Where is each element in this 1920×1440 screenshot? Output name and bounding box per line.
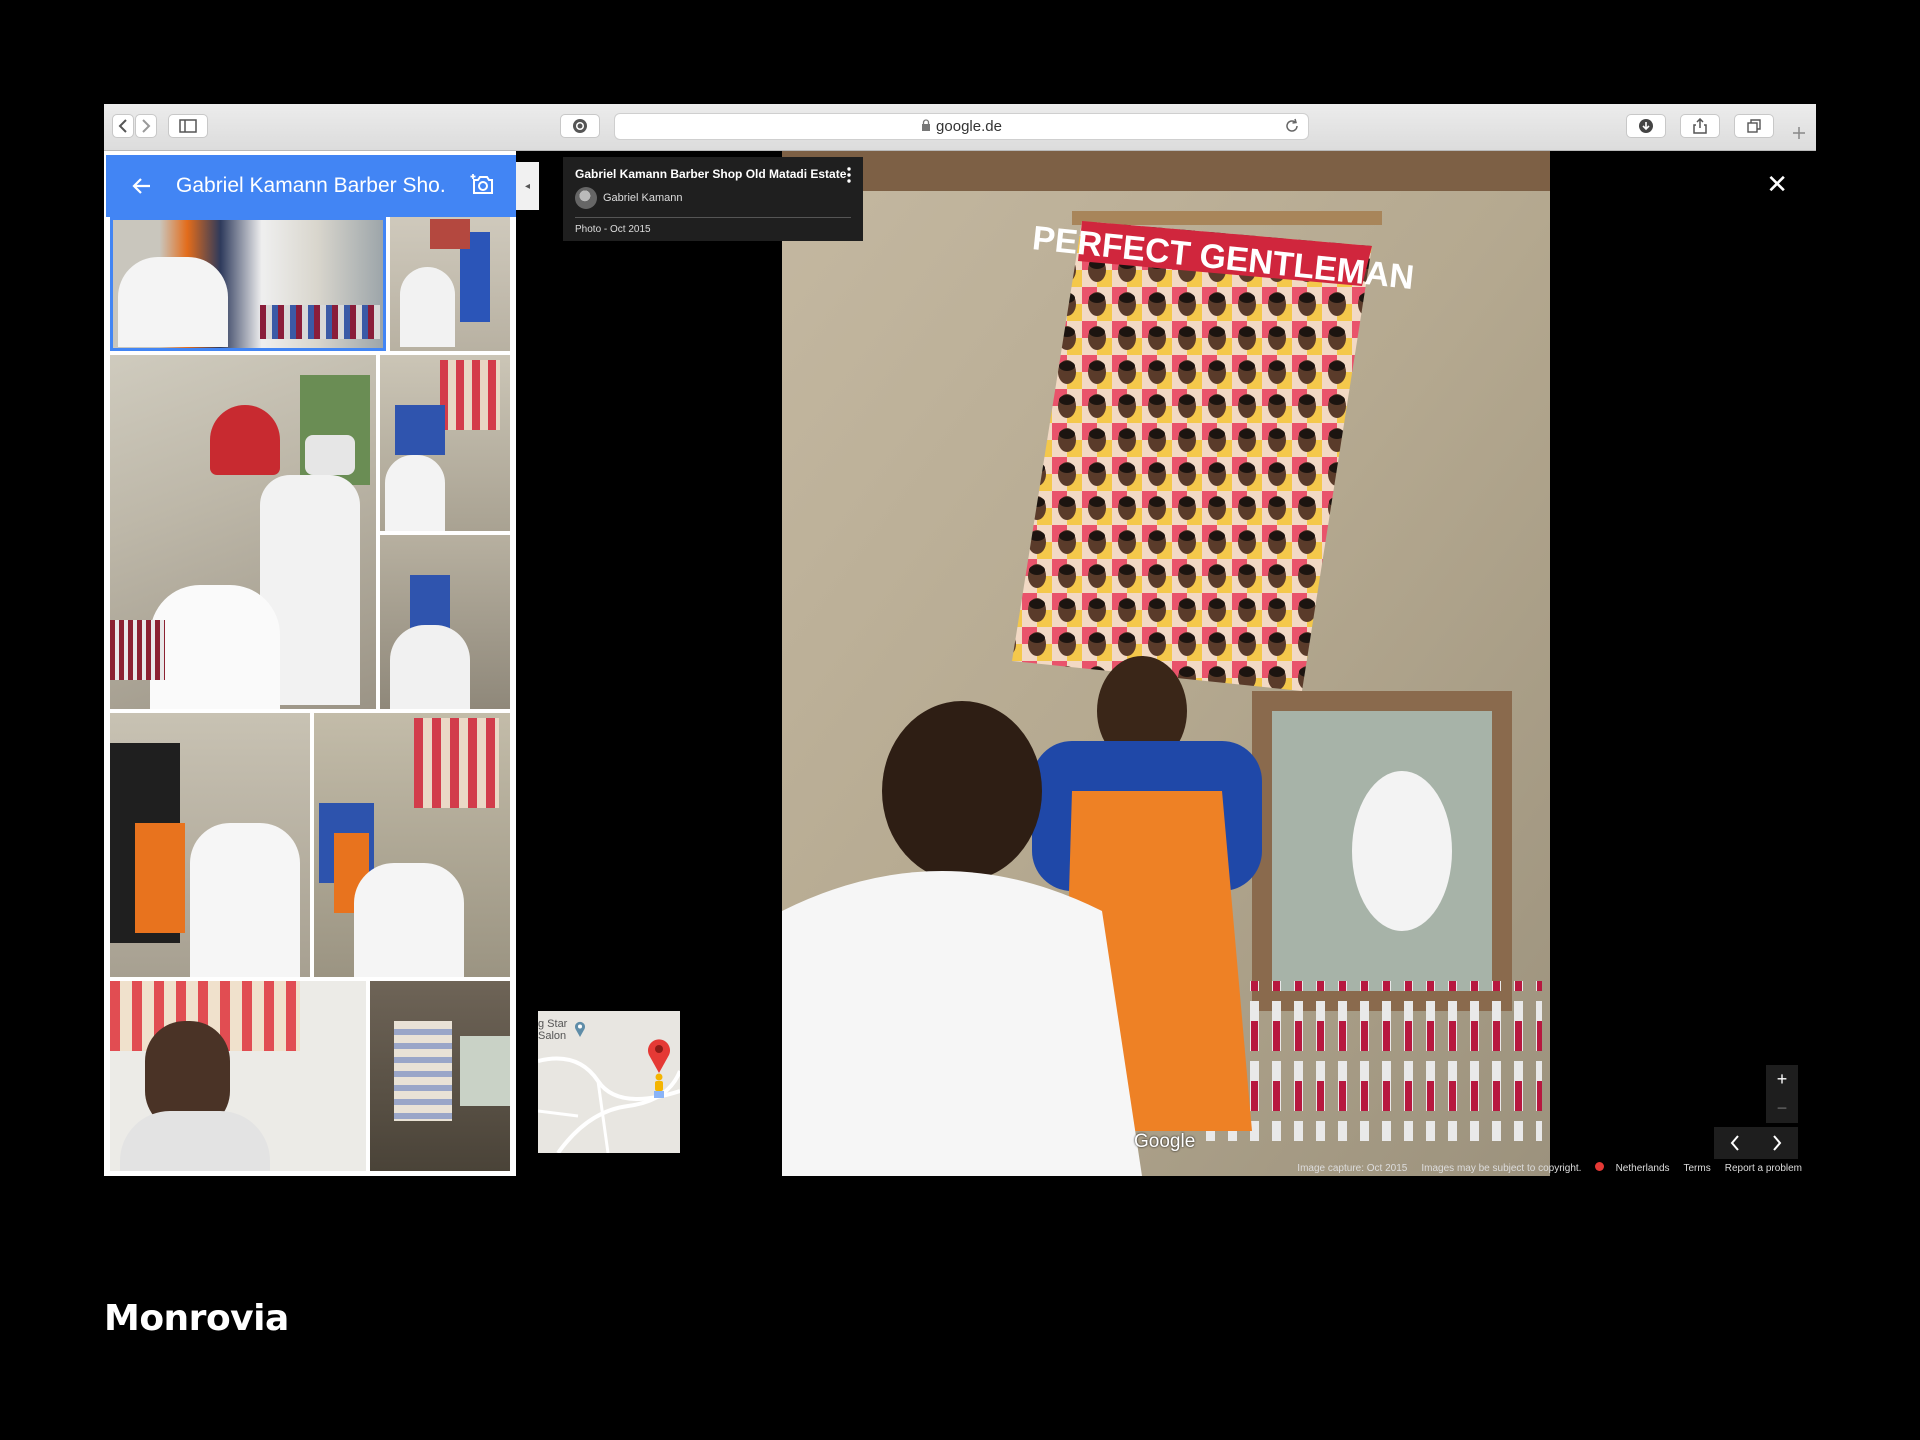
- add-photo-icon[interactable]: [470, 173, 496, 202]
- sidebar-icon[interactable]: [168, 114, 208, 138]
- lock-icon: [921, 118, 931, 135]
- mini-map[interactable]: g Star Salon: [538, 1011, 680, 1153]
- map-pin-icon: [646, 1037, 672, 1078]
- new-tab-icon[interactable]: [1786, 118, 1812, 148]
- report-problem-link[interactable]: Report a problem: [1725, 1163, 1802, 1174]
- main-photo[interactable]: PERFECT GENTLEMAN: [782, 151, 1550, 1176]
- photo-thumbnail[interactable]: [110, 713, 310, 977]
- photo-thumbnail[interactable]: [314, 713, 510, 977]
- photo-thumbnail[interactable]: [380, 535, 510, 709]
- terms-link[interactable]: Terms: [1684, 1163, 1711, 1174]
- photo-thumbnail[interactable]: [110, 981, 366, 1171]
- image-capture-date: Image capture: Oct 2015: [1297, 1162, 1408, 1174]
- photo-thumbnail[interactable]: [370, 981, 510, 1171]
- shield-icon[interactable]: [560, 114, 600, 138]
- country-label: Netherlands: [1615, 1163, 1670, 1174]
- close-icon[interactable]: ✕: [1766, 169, 1788, 200]
- back-arrow-icon[interactable]: [126, 170, 158, 202]
- share-icon[interactable]: [1680, 114, 1720, 138]
- map-place-label: Salon: [538, 1030, 567, 1042]
- city-caption: Monrovia: [104, 1298, 289, 1339]
- map-pin-icon: [574, 1021, 586, 1042]
- photo-thumbnail[interactable]: [390, 217, 510, 351]
- photo-thumbnail[interactable]: [110, 355, 376, 709]
- map-place-label: g Star: [538, 1018, 568, 1030]
- reload-icon[interactable]: [1284, 118, 1300, 138]
- photo-date: Photo - Oct 2015: [575, 224, 651, 235]
- download-icon[interactable]: [1626, 114, 1666, 138]
- panel-header: Gabriel Kamann Barber Sho...: [106, 155, 516, 217]
- divider: [575, 217, 851, 218]
- zoom-out-button[interactable]: −: [1766, 1094, 1798, 1123]
- photo-title: Gabriel Kamann Barber Shop Old Matadi Es…: [575, 167, 847, 181]
- photo-navigation: [1714, 1127, 1798, 1159]
- kebab-icon[interactable]: [847, 167, 851, 185]
- photo-side-panel: Gabriel Kamann Barber Sho...: [104, 151, 516, 1176]
- author-name: Gabriel Kamann: [603, 192, 683, 204]
- zoom-in-button[interactable]: +: [1766, 1065, 1798, 1094]
- chevron-left-icon[interactable]: [1714, 1127, 1756, 1159]
- photo-thumbnail[interactable]: [380, 355, 510, 531]
- address-bar[interactable]: google.de: [614, 113, 1309, 140]
- maps-content: Gabriel Kamann Barber Sho... ◂ PERFECT G…: [104, 151, 1816, 1176]
- copyright-notice: Images may be subject to copyright.: [1421, 1162, 1582, 1174]
- back-icon[interactable]: [112, 114, 134, 138]
- forward-icon[interactable]: [135, 114, 157, 138]
- browser-toolbar: google.de: [104, 104, 1816, 151]
- url-text: google.de: [936, 118, 1002, 135]
- collapse-panel-button[interactable]: ◂: [516, 162, 539, 210]
- country-selector[interactable]: Netherlands: [1595, 1162, 1670, 1174]
- photo-info-card: Gabriel Kamann Barber Shop Old Matadi Es…: [563, 157, 863, 241]
- google-logo: Google: [1134, 1131, 1196, 1152]
- avatar: [575, 187, 597, 209]
- photo-thumbnail[interactable]: [110, 217, 386, 351]
- zoom-control: + −: [1766, 1065, 1798, 1123]
- browser-window: google.de Gabriel Kamann Barber Sho... ◂…: [104, 104, 1816, 1176]
- photo-author[interactable]: Gabriel Kamann: [575, 187, 851, 209]
- pegman-icon[interactable]: [652, 1073, 666, 1104]
- flag-icon: [1595, 1162, 1605, 1171]
- tabs-icon[interactable]: [1734, 114, 1774, 138]
- chevron-right-icon[interactable]: [1756, 1127, 1798, 1159]
- place-title: Gabriel Kamann Barber Sho...: [176, 174, 446, 197]
- map-footer: Image capture: Oct 2015 Images may be su…: [1297, 1162, 1802, 1174]
